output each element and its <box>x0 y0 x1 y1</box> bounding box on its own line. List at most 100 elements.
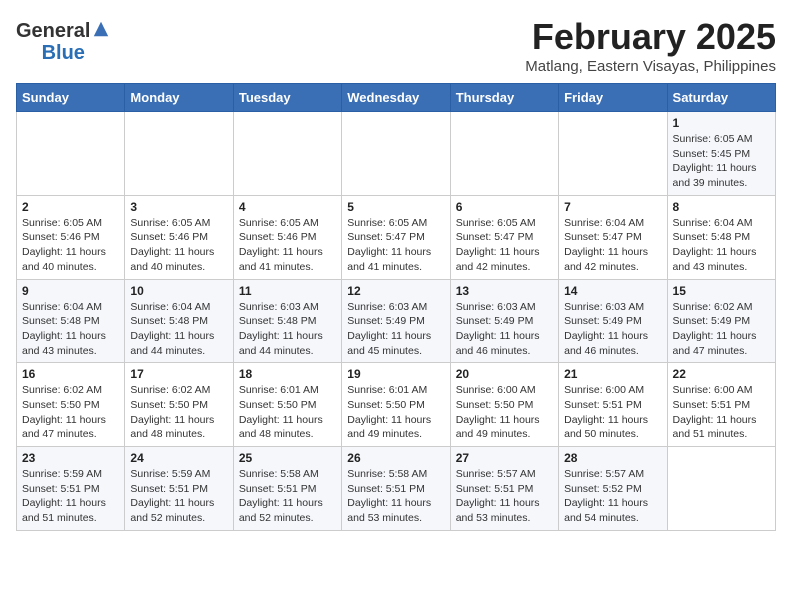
day-number: 11 <box>239 284 336 298</box>
day-number: 18 <box>239 367 336 381</box>
day-number: 5 <box>347 200 444 214</box>
location-text: Matlang, Eastern Visayas, Philippines <box>525 58 776 75</box>
calendar-cell: 8 Sunrise: 6:04 AMSunset: 5:48 PMDaylight… <box>667 195 775 279</box>
calendar-table: SundayMondayTuesdayWednesdayThursdayFrid… <box>16 83 776 531</box>
header-wednesday: Wednesday <box>342 84 450 112</box>
day-info: Sunrise: 6:00 AMSunset: 5:51 PMDaylight:… <box>564 383 661 442</box>
calendar-cell: 23 Sunrise: 5:59 AMSunset: 5:51 PMDayligh… <box>17 447 125 531</box>
calendar-header-row: SundayMondayTuesdayWednesdayThursdayFrid… <box>17 84 776 112</box>
logo-general-text: General <box>16 20 90 42</box>
header-monday: Monday <box>125 84 233 112</box>
day-info: Sunrise: 6:02 AMSunset: 5:50 PMDaylight:… <box>130 383 227 442</box>
calendar-cell: 15 Sunrise: 6:02 AMSunset: 5:49 PMDayligh… <box>667 279 775 363</box>
day-number: 26 <box>347 451 444 465</box>
calendar-cell <box>17 112 125 196</box>
day-info: Sunrise: 6:01 AMSunset: 5:50 PMDaylight:… <box>239 383 336 442</box>
day-info: Sunrise: 6:03 AMSunset: 5:48 PMDaylight:… <box>239 300 336 359</box>
day-number: 7 <box>564 200 661 214</box>
month-title: February 2025 <box>525 16 776 58</box>
day-info: Sunrise: 6:04 AMSunset: 5:48 PMDaylight:… <box>130 300 227 359</box>
day-number: 2 <box>22 200 119 214</box>
day-number: 25 <box>239 451 336 465</box>
logo-blue-text: Blue <box>42 42 85 64</box>
day-info: Sunrise: 5:59 AMSunset: 5:51 PMDaylight:… <box>130 467 227 526</box>
day-info: Sunrise: 5:57 AMSunset: 5:51 PMDaylight:… <box>456 467 553 526</box>
calendar-cell: 19Sunrise: 6:01 AMSunset: 5:50 PMDayligh… <box>342 363 450 447</box>
calendar-cell: 1Sunrise: 6:05 AMSunset: 5:45 PMDaylight… <box>667 112 775 196</box>
day-info: Sunrise: 5:57 AMSunset: 5:52 PMDaylight:… <box>564 467 661 526</box>
calendar-cell: 20Sunrise: 6:00 AMSunset: 5:50 PMDayligh… <box>450 363 558 447</box>
day-number: 23 <box>22 451 119 465</box>
day-info: Sunrise: 6:05 AMSunset: 5:46 PMDaylight:… <box>22 216 119 275</box>
calendar-cell <box>450 112 558 196</box>
day-info: Sunrise: 5:58 AMSunset: 5:51 PMDaylight:… <box>347 467 444 526</box>
day-info: Sunrise: 6:02 AMSunset: 5:49 PMDaylight:… <box>673 300 770 359</box>
day-info: Sunrise: 6:02 AMSunset: 5:50 PMDaylight:… <box>22 383 119 442</box>
day-number: 24 <box>130 451 227 465</box>
day-number: 6 <box>456 200 553 214</box>
day-info: Sunrise: 6:04 AMSunset: 5:48 PMDaylight:… <box>673 216 770 275</box>
calendar-cell: 18 Sunrise: 6:01 AMSunset: 5:50 PMDayligh… <box>233 363 341 447</box>
calendar-cell: 25 Sunrise: 5:58 AMSunset: 5:51 PMDayligh… <box>233 447 341 531</box>
calendar-cell: 27 Sunrise: 5:57 AMSunset: 5:51 PMDayligh… <box>450 447 558 531</box>
calendar-cell: 4 Sunrise: 6:05 AMSunset: 5:46 PMDaylight… <box>233 195 341 279</box>
day-info: Sunrise: 5:58 AMSunset: 5:51 PMDaylight:… <box>239 467 336 526</box>
logo-icon <box>92 20 110 38</box>
calendar-cell: 10 Sunrise: 6:04 AMSunset: 5:48 PMDayligh… <box>125 279 233 363</box>
day-number: 20 <box>456 367 553 381</box>
calendar-cell: 12 Sunrise: 6:03 AMSunset: 5:49 PMDayligh… <box>342 279 450 363</box>
calendar-cell <box>233 112 341 196</box>
calendar-cell: 14 Sunrise: 6:03 AMSunset: 5:49 PMDayligh… <box>559 279 667 363</box>
header-tuesday: Tuesday <box>233 84 341 112</box>
day-number: 21 <box>564 367 661 381</box>
calendar-cell: 21 Sunrise: 6:00 AMSunset: 5:51 PMDayligh… <box>559 363 667 447</box>
day-number: 27 <box>456 451 553 465</box>
day-number: 8 <box>673 200 770 214</box>
day-number: 12 <box>347 284 444 298</box>
calendar-cell <box>342 112 450 196</box>
day-number: 9 <box>22 284 119 298</box>
day-number: 14 <box>564 284 661 298</box>
calendar-week-2: 2 Sunrise: 6:05 AMSunset: 5:46 PMDaylight… <box>17 195 776 279</box>
page-header: General Blue February 2025 Matlang, East… <box>16 16 776 75</box>
calendar-cell: 3 Sunrise: 6:05 AMSunset: 5:46 PMDaylight… <box>125 195 233 279</box>
header-sunday: Sunday <box>17 84 125 112</box>
day-number: 17 <box>130 367 227 381</box>
calendar-cell: 28 Sunrise: 5:57 AMSunset: 5:52 PMDayligh… <box>559 447 667 531</box>
calendar-cell <box>559 112 667 196</box>
calendar-cell: 5 Sunrise: 6:05 AMSunset: 5:47 PMDaylight… <box>342 195 450 279</box>
day-info: Sunrise: 6:05 AMSunset: 5:47 PMDaylight:… <box>456 216 553 275</box>
day-number: 28 <box>564 451 661 465</box>
day-number: 3 <box>130 200 227 214</box>
calendar-cell: 22Sunrise: 6:00 AMSunset: 5:51 PMDayligh… <box>667 363 775 447</box>
day-number: 19 <box>347 367 444 381</box>
calendar-cell: 16 Sunrise: 6:02 AMSunset: 5:50 PMDayligh… <box>17 363 125 447</box>
calendar-cell: 2 Sunrise: 6:05 AMSunset: 5:46 PMDaylight… <box>17 195 125 279</box>
calendar-week-4: 16 Sunrise: 6:02 AMSunset: 5:50 PMDayligh… <box>17 363 776 447</box>
day-info: Sunrise: 6:05 AMSunset: 5:46 PMDaylight:… <box>239 216 336 275</box>
calendar-cell <box>125 112 233 196</box>
logo: General Blue <box>16 20 110 64</box>
day-number: 10 <box>130 284 227 298</box>
calendar-cell <box>667 447 775 531</box>
calendar-week-3: 9 Sunrise: 6:04 AMSunset: 5:48 PMDaylight… <box>17 279 776 363</box>
day-info: Sunrise: 6:03 AMSunset: 5:49 PMDaylight:… <box>347 300 444 359</box>
calendar-cell: 6 Sunrise: 6:05 AMSunset: 5:47 PMDaylight… <box>450 195 558 279</box>
calendar-cell: 13Sunrise: 6:03 AMSunset: 5:49 PMDayligh… <box>450 279 558 363</box>
day-info: Sunrise: 5:59 AMSunset: 5:51 PMDaylight:… <box>22 467 119 526</box>
calendar-week-5: 23 Sunrise: 5:59 AMSunset: 5:51 PMDayligh… <box>17 447 776 531</box>
day-info: Sunrise: 6:00 AMSunset: 5:51 PMDaylight:… <box>673 383 770 442</box>
day-info: Sunrise: 6:04 AMSunset: 5:47 PMDaylight:… <box>564 216 661 275</box>
day-info: Sunrise: 6:05 AMSunset: 5:46 PMDaylight:… <box>130 216 227 275</box>
calendar-cell: 11 Sunrise: 6:03 AMSunset: 5:48 PMDayligh… <box>233 279 341 363</box>
day-info: Sunrise: 6:05 AMSunset: 5:47 PMDaylight:… <box>347 216 444 275</box>
day-number: 16 <box>22 367 119 381</box>
day-info: Sunrise: 6:03 AMSunset: 5:49 PMDaylight:… <box>564 300 661 359</box>
day-info: Sunrise: 6:05 AMSunset: 5:45 PMDaylight:… <box>673 132 770 191</box>
calendar-cell: 7 Sunrise: 6:04 AMSunset: 5:47 PMDaylight… <box>559 195 667 279</box>
day-number: 4 <box>239 200 336 214</box>
calendar-week-1: 1Sunrise: 6:05 AMSunset: 5:45 PMDaylight… <box>17 112 776 196</box>
header-thursday: Thursday <box>450 84 558 112</box>
header-friday: Friday <box>559 84 667 112</box>
day-number: 15 <box>673 284 770 298</box>
